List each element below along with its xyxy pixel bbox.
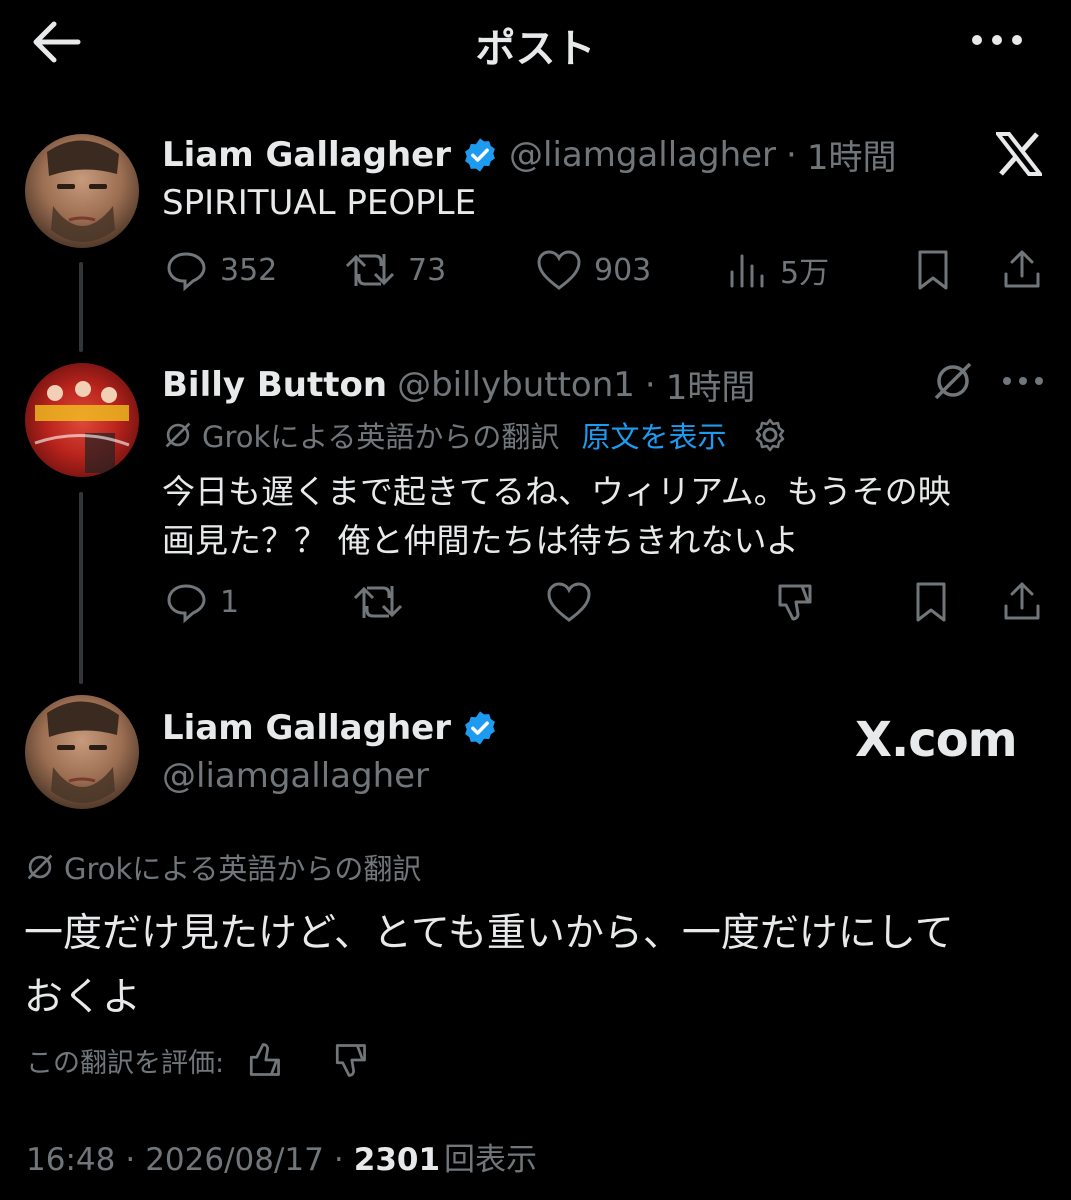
more-icon [972,35,1022,45]
thumbs-down-icon [778,584,812,621]
reply-button[interactable]: 352 [164,248,277,292]
avatar[interactable] [25,134,139,248]
thumbs-up-icon[interactable] [244,1040,284,1080]
verified-badge-icon [465,137,495,172]
like-icon [547,582,591,622]
reply-button[interactable]: 1 [164,580,239,624]
author-name[interactable]: Billy Button [162,365,387,405]
repost-icon [353,586,403,618]
post-time[interactable]: 1時間 [807,130,897,179]
reply-count: 352 [220,252,278,288]
more-icon [1003,377,1043,385]
thumbs-down-icon[interactable] [330,1040,370,1080]
like-button[interactable] [546,580,592,624]
reply-icon [167,584,206,624]
translation-label: Grokによる英語からの翻訳 [202,420,560,454]
author-handle[interactable]: @billybutton1 [397,365,635,405]
avatar[interactable] [25,363,139,477]
post-metadata: 16:48 · 2026/08/17 · 2301 回表示 [26,1134,537,1179]
views-icon [730,254,764,288]
share-icon [1004,582,1040,620]
repost-icon [345,254,395,286]
post-text-line: 一度だけ見たけど、とても重いから、一度だけにして [24,911,954,956]
like-button[interactable]: 903 [536,248,651,292]
post-text-line: 画見た？？ 俺と仲間たちは待ちきれないよ [162,521,799,560]
separator-dot: · [786,134,797,175]
repost-button[interactable]: 73 [344,248,446,292]
thread-line [79,492,83,684]
x-logo [996,132,1042,176]
view-count-label: 回表示 [444,1142,538,1178]
share-button[interactable] [1000,248,1044,292]
more-options-button[interactable] [970,28,1024,52]
like-count: 903 [594,252,652,288]
grok-icon [27,854,53,880]
thread-line [79,262,83,352]
settings-gear-icon[interactable] [752,417,788,453]
bookmark-button[interactable] [912,580,950,624]
post-text: SPIRITUAL PEOPLE [162,183,477,223]
avatar[interactable] [25,695,139,809]
view-count: 2301 [353,1142,441,1178]
post-text-line: おくよ [24,975,142,1020]
reply-count: 1 [220,584,240,620]
show-original-link[interactable]: 原文を表示 [581,414,726,456]
post-time[interactable]: 1時間 [666,360,756,409]
translation-label: Grokによる英語からの翻訳 [64,852,422,886]
grok-icon [165,422,191,448]
verified-badge-icon [465,711,495,745]
author-name[interactable]: Liam Gallagher [162,135,451,175]
more-options-button[interactable] [1002,374,1044,388]
post-timestamp[interactable]: 16:48 [26,1142,115,1178]
like-icon [537,250,581,290]
view-count: 5万 [780,256,830,291]
grok-button[interactable] [932,360,974,402]
author-handle[interactable]: @liamgallagher [162,756,429,796]
bookmark-button[interactable] [914,248,952,292]
post-date[interactable]: 2026/08/17 [145,1142,324,1178]
repost-count: 73 [408,252,447,288]
share-button[interactable] [1000,580,1044,624]
author-name[interactable]: Liam Gallagher [162,708,451,748]
repost-button[interactable] [352,580,404,624]
bookmark-icon [916,582,946,622]
separator-dot: · [644,364,656,405]
rate-translation-label: この翻訳を評価: [26,1047,225,1079]
reply-icon [167,252,206,292]
grok-icon [934,362,972,400]
views-button[interactable]: 5万 [728,248,829,292]
post-text-line: 今日も遅くまで起きてるね、ウィリアム。もうその映 [162,472,951,511]
x-logo-icon [996,132,1042,176]
x-com-watermark: X.com [855,712,1018,768]
author-handle[interactable]: @liamgallagher [509,135,776,175]
page-title: ポスト [475,26,596,72]
share-icon [1004,250,1040,288]
downvote-button[interactable] [772,580,816,624]
bookmark-icon [918,250,948,290]
